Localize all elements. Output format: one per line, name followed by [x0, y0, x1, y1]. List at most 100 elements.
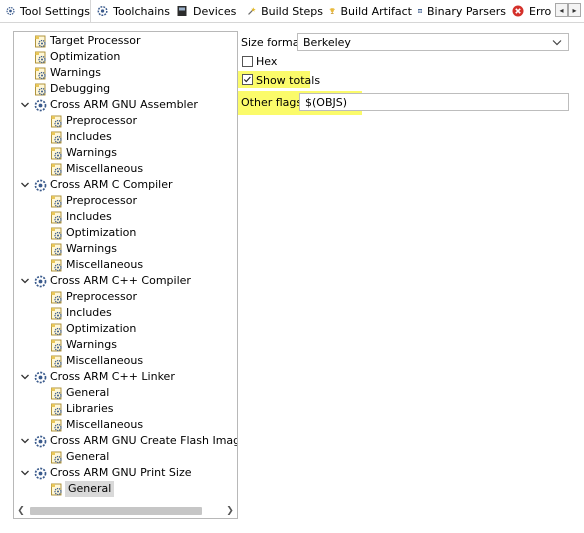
tree-item-label: Cross ARM C Compiler [50, 178, 173, 191]
tree-item[interactable]: Includes [50, 209, 112, 225]
tree-item[interactable]: Cross ARM C++ Compiler [19, 273, 191, 289]
tool-gear-icon [34, 467, 47, 479]
tree-item-label: Preprocessor [66, 194, 138, 207]
settings-page-icon [51, 195, 62, 207]
settings-page-icon [51, 419, 62, 431]
tab-toolchains[interactable]: Toolchains [91, 0, 170, 22]
tab-bar: Tool Settings Toolchains Devices Build S… [0, 0, 584, 23]
tab-build-steps[interactable]: Build Steps [241, 0, 323, 22]
tree-item[interactable]: Miscellaneous [50, 161, 143, 177]
tree-item[interactable]: Warnings [50, 337, 117, 353]
tree-item-label: General [65, 481, 115, 497]
tab-tool-settings[interactable]: Tool Settings [0, 0, 91, 22]
settings-tree[interactable]: Target Processor Optimization Warnings Debu… [13, 31, 238, 519]
settings-page-icon [51, 307, 62, 319]
binary-parser-icon: 010 [418, 9, 422, 13]
tree-item-label: Miscellaneous [66, 354, 144, 367]
settings-page-icon [51, 243, 62, 255]
tree-horizontal-scrollbar[interactable]: ❮ ❯ [14, 504, 237, 518]
show-totals-checkbox[interactable] [242, 74, 253, 85]
tree-item-label: Optimization [66, 226, 137, 239]
scroll-left-arrow-icon[interactable]: ❮ [15, 505, 27, 517]
svg-text:010: 010 [418, 11, 422, 13]
tree-item-label: Cross ARM GNU Create Flash Image [50, 434, 238, 447]
tab-devices[interactable]: Devices [170, 0, 241, 22]
tree-item[interactable]: Preprocessor [50, 113, 137, 129]
size-format-select[interactable]: Berkeley [297, 33, 569, 51]
tree-item-label: Cross ARM C++ Compiler [50, 274, 191, 287]
tree-item[interactable]: Cross ARM C++ Linker [19, 369, 175, 385]
tree-item[interactable]: Miscellaneous [50, 417, 143, 433]
settings-page-icon [51, 323, 62, 335]
tab-scroll-right-button[interactable]: ▸ [568, 3, 581, 17]
tree-item[interactable]: Preprocessor [50, 193, 137, 209]
tree-item[interactable]: Warnings [50, 241, 117, 257]
tree-item[interactable]: General [50, 385, 109, 401]
tree-item[interactable]: Optimization [50, 321, 136, 337]
settings-page-icon [51, 483, 62, 495]
artifact-trophy-icon [329, 8, 335, 14]
other-flags-input[interactable]: $(OBJS) [299, 93, 569, 111]
tree-item[interactable]: Includes [50, 129, 112, 145]
tree-item-label: Cross ARM C++ Linker [50, 370, 175, 383]
chevron-down-icon[interactable] [19, 435, 31, 447]
tab-scroll-left-button[interactable]: ◂ [555, 3, 568, 17]
scroll-right-arrow-icon[interactable]: ❯ [224, 505, 236, 517]
chevron-down-icon[interactable] [19, 467, 31, 479]
settings-page-icon [51, 403, 62, 415]
chevron-down-icon[interactable] [19, 179, 31, 191]
tree-item[interactable]: Optimization [34, 49, 120, 65]
tree-item[interactable]: Libraries [50, 401, 114, 417]
tree-item[interactable]: Cross ARM GNU Assembler [19, 97, 198, 113]
checkmark-icon [243, 76, 251, 83]
tree-item[interactable]: Cross ARM GNU Print Size [19, 465, 192, 481]
tree-item-label: Preprocessor [66, 290, 138, 303]
tree-item[interactable]: Warnings [50, 145, 117, 161]
tree-item[interactable]: Debugging [34, 81, 110, 97]
tree-item[interactable]: Warnings [34, 65, 101, 81]
scrollbar-thumb[interactable] [30, 507, 202, 515]
tree-item-label: Miscellaneous [66, 418, 144, 431]
settings-page-icon [51, 131, 62, 143]
settings-page-icon [35, 51, 46, 63]
settings-page-icon [51, 339, 62, 351]
tab-label: Devices [193, 4, 237, 18]
tool-gear-icon [34, 275, 47, 287]
tree-item[interactable]: Miscellaneous [50, 257, 143, 273]
device-chip-icon [177, 6, 187, 16]
settings-page-icon [35, 67, 46, 79]
chevron-down-icon[interactable] [19, 99, 31, 111]
tree-item-label: Warnings [50, 66, 101, 79]
tree-item-label: Target Processor [50, 34, 141, 47]
tree-item[interactable]: Includes [50, 305, 112, 321]
tree-item[interactable]: Cross ARM C Compiler [19, 177, 173, 193]
tool-gear-icon [34, 435, 47, 447]
tab-build-artifact[interactable]: Build Artifact [323, 0, 412, 22]
tree-item[interactable]: General [50, 481, 115, 497]
tree-item[interactable]: Optimization [50, 225, 136, 241]
settings-page-icon [35, 35, 46, 47]
tab-error-parsers[interactable]: Erro [506, 0, 554, 22]
chevron-down-icon[interactable] [19, 275, 31, 287]
tree-item-label: General [66, 386, 110, 399]
settings-page-icon [51, 291, 62, 303]
tool-gear-icon [34, 179, 47, 191]
chevron-down-icon[interactable] [19, 371, 31, 383]
tree-item-label: Preprocessor [66, 114, 138, 127]
tree-item-label: Includes [66, 130, 112, 143]
tree-item-label: Cross ARM GNU Print Size [50, 466, 192, 479]
tree-item-label: Includes [66, 306, 112, 319]
tree-item[interactable]: Target Processor [34, 33, 141, 49]
settings-page-icon [51, 147, 62, 159]
tab-label: Build Steps [261, 4, 323, 18]
tree-item-label: Optimization [66, 322, 137, 335]
tree-item[interactable]: General [50, 449, 109, 465]
hex-checkbox[interactable] [242, 56, 253, 67]
tree-item[interactable]: Preprocessor [50, 289, 137, 305]
tree-item-label: Miscellaneous [66, 258, 144, 271]
tree-item[interactable]: Miscellaneous [50, 353, 143, 369]
tab-binary-parsers[interactable]: 010 Binary Parsers [412, 0, 506, 22]
tree-item-label: Includes [66, 210, 112, 223]
tree-item[interactable]: Cross ARM GNU Create Flash Image [19, 433, 238, 449]
other-flags-value: $(OBJS) [305, 95, 348, 109]
